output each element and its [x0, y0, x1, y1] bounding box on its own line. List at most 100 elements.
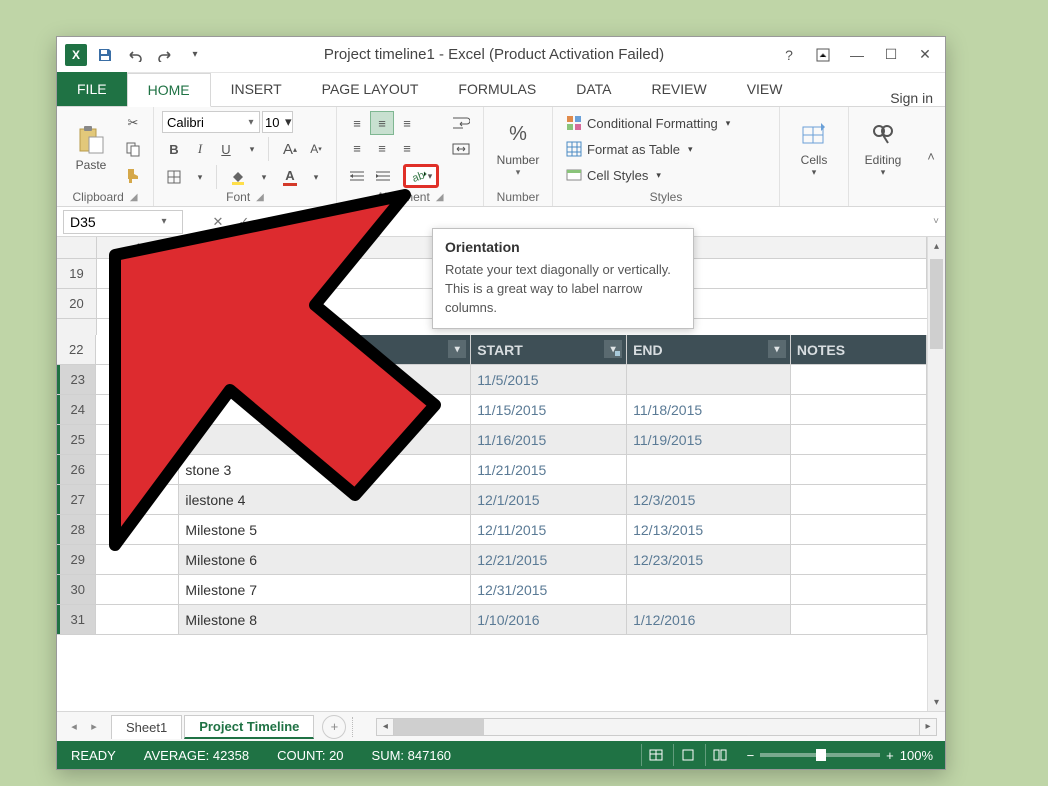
cell-end[interactable]: 12/13/2015 [627, 515, 791, 544]
scroll-down-icon[interactable]: ▾ [928, 693, 945, 711]
cell-start[interactable]: 11/16/2015 [471, 425, 627, 454]
cell[interactable] [97, 259, 181, 288]
font-size-input[interactable] [263, 115, 285, 130]
cell-notes[interactable] [791, 605, 927, 634]
cell-end[interactable]: 12/23/2015 [627, 545, 791, 574]
zoom-out-icon[interactable]: − [747, 748, 755, 763]
cell-start[interactable]: 1/10/2016 [471, 605, 627, 634]
sheet-tab-sheet1[interactable]: Sheet1 [111, 715, 182, 739]
redo-icon[interactable] [153, 43, 177, 67]
cell-milestone[interactable] [179, 425, 471, 454]
save-icon[interactable] [93, 43, 117, 67]
align-right-icon[interactable]: ≡ [395, 136, 419, 160]
row-header[interactable]: 27 [57, 485, 96, 514]
row-header[interactable]: 25 [57, 425, 96, 454]
cell[interactable] [96, 485, 179, 514]
cell-milestone[interactable]: stone 3 [179, 455, 471, 484]
format-painter-icon[interactable] [121, 163, 145, 187]
increase-font-icon[interactable]: A▴ [278, 137, 302, 161]
row-header[interactable]: 23 [57, 365, 96, 394]
row-header[interactable]: 26 [57, 455, 96, 484]
zoom-control[interactable]: − + 100% [735, 748, 945, 763]
font-size-selector[interactable]: ▾ [262, 111, 293, 133]
cell-milestone[interactable]: Milestone 8 [179, 605, 471, 634]
scroll-right-icon[interactable]: ▸ [919, 718, 937, 736]
cell-milestone[interactable] [179, 365, 471, 394]
col-header-a[interactable]: A [97, 237, 181, 258]
cell[interactable] [96, 425, 179, 454]
expand-formula-bar-icon[interactable]: ˅ [927, 216, 945, 227]
name-box[interactable]: ▾ [63, 210, 183, 234]
cell[interactable] [96, 515, 179, 544]
cell-notes[interactable] [791, 425, 927, 454]
row-header[interactable]: 31 [57, 605, 96, 634]
table-header-start[interactable]: START▾ [471, 335, 627, 364]
sheet-tab-project-timeline[interactable]: Project Timeline [184, 715, 314, 739]
number-format-button[interactable]: % Number ▾ [492, 111, 544, 183]
copy-icon[interactable] [121, 137, 145, 161]
chevron-down-icon[interactable]: ▾ [156, 216, 172, 227]
zoom-level[interactable]: 100% [900, 748, 933, 763]
cell-notes[interactable] [791, 545, 927, 574]
align-middle-icon[interactable]: ≡ [370, 111, 394, 135]
sign-in-link[interactable]: Sign in [890, 90, 945, 106]
row-header[interactable]: 29 [57, 545, 96, 574]
zoom-thumb[interactable] [816, 749, 826, 761]
italic-button[interactable]: I [188, 137, 212, 161]
help-button[interactable]: ? [773, 41, 805, 69]
cells-button[interactable]: Cells▾ [788, 111, 840, 183]
tab-formulas[interactable]: FORMULAS [438, 72, 556, 106]
editing-button[interactable]: Editing▾ [857, 111, 909, 183]
cell-end[interactable]: 12/3/2015 [627, 485, 791, 514]
tab-file[interactable]: FILE [57, 72, 127, 106]
cell-notes[interactable] [791, 455, 927, 484]
cell[interactable] [96, 575, 179, 604]
collapse-ribbon-icon[interactable]: ˄ [917, 107, 945, 206]
ribbon-display-button[interactable] [807, 41, 839, 69]
borders-icon[interactable] [162, 165, 186, 189]
cell-end[interactable] [627, 365, 791, 394]
minimize-button[interactable]: — [841, 41, 873, 69]
tab-insert[interactable]: INSERT [211, 72, 302, 106]
cell-notes[interactable] [791, 365, 927, 394]
cell-start[interactable]: 12/21/2015 [471, 545, 627, 574]
bold-button[interactable]: B [162, 137, 186, 161]
cell-notes[interactable] [791, 395, 927, 424]
format-as-table-button[interactable]: Format as Table▾ [561, 137, 697, 161]
scroll-track[interactable] [394, 718, 919, 736]
chevron-down-icon[interactable]: ▾ [285, 114, 292, 130]
cell[interactable] [96, 545, 179, 574]
cell-notes[interactable] [791, 575, 927, 604]
cell-styles-button[interactable]: Cell Styles▾ [561, 163, 665, 187]
merge-center-icon[interactable] [447, 137, 475, 161]
vertical-scrollbar[interactable]: ▴ ▾ [927, 237, 945, 711]
fill-color-more-icon[interactable]: ▾ [252, 165, 276, 189]
zoom-track[interactable] [760, 753, 880, 757]
name-box-input[interactable] [64, 214, 156, 230]
tab-review[interactable]: REVIEW [631, 72, 726, 106]
underline-more-icon[interactable]: ▾ [240, 137, 264, 161]
scroll-thumb[interactable] [394, 719, 484, 735]
cancel-formula-icon[interactable]: ✕ [205, 210, 231, 234]
row-header[interactable]: 24 [57, 395, 96, 424]
table-header-notes[interactable]: NOTES [791, 335, 927, 364]
cell-start[interactable]: 12/11/2015 [471, 515, 627, 544]
cell-end[interactable]: 11/19/2015 [627, 425, 791, 454]
cell-milestone[interactable]: Milestone 6 [179, 545, 471, 574]
close-button[interactable]: ✕ [909, 41, 941, 69]
zoom-in-icon[interactable]: + [886, 748, 894, 763]
font-name-selector[interactable]: ▾ [162, 111, 260, 133]
fill-color-icon[interactable] [226, 165, 250, 189]
cell-start[interactable]: 12/1/2015 [471, 485, 627, 514]
conditional-formatting-button[interactable]: Conditional Formatting▾ [561, 111, 734, 135]
orientation-button[interactable]: ab▾ [403, 164, 439, 188]
view-page-layout-icon[interactable] [673, 744, 703, 766]
cell[interactable] [96, 335, 179, 364]
cell-end[interactable]: 1/12/2016 [627, 605, 791, 634]
scroll-thumb[interactable] [930, 259, 943, 349]
cell-end[interactable] [627, 575, 791, 604]
borders-more-icon[interactable]: ▾ [188, 165, 212, 189]
filter-icon[interactable]: ▾ [768, 340, 786, 358]
cell[interactable] [96, 605, 179, 634]
tab-home[interactable]: HOME [127, 73, 211, 107]
